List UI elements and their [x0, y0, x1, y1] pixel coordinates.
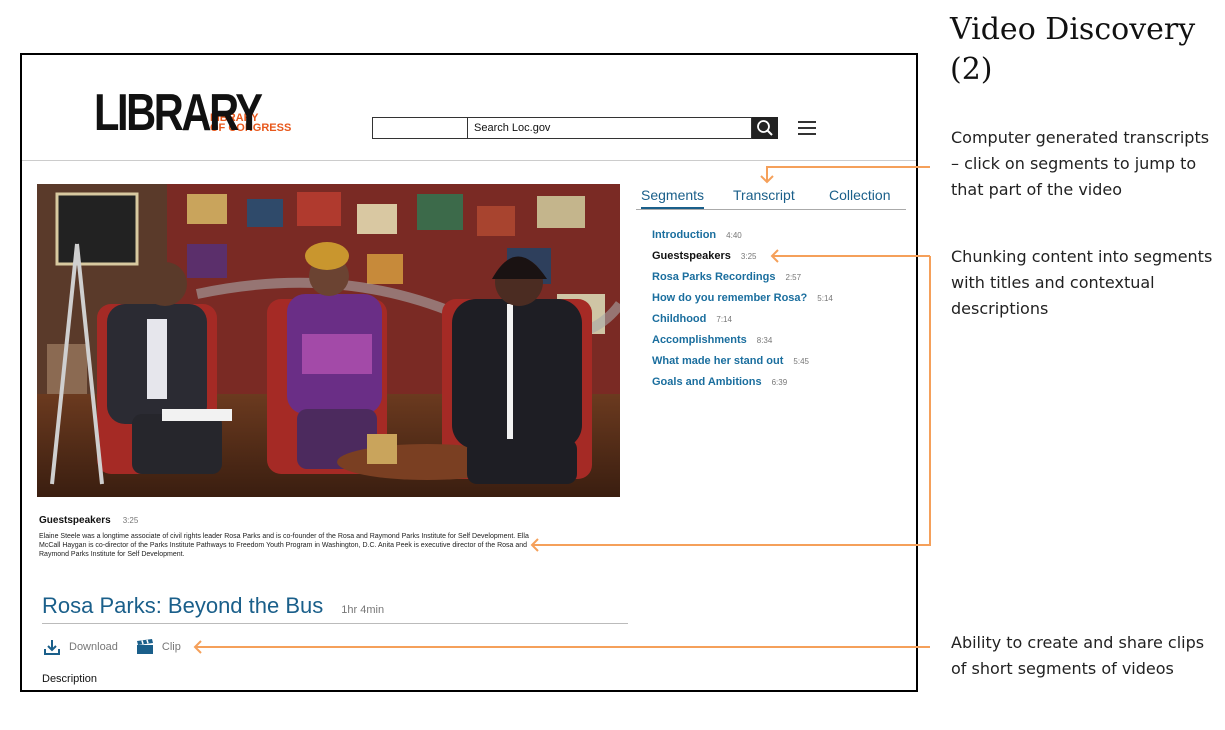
- segment-item[interactable]: Goals and Ambitions 6:39: [652, 376, 833, 397]
- logo-wordmark: LIBRARY: [94, 84, 263, 142]
- webpage-mockup: LIBRARY LIBRARY OF CONGRESS Search Loc.g…: [20, 53, 918, 692]
- tab-transcript[interactable]: Transcript: [733, 187, 795, 203]
- segment-item[interactable]: Guestspeakers 3:25: [652, 250, 833, 271]
- hamburger-menu-icon[interactable]: [798, 121, 816, 135]
- video-frame-image: [37, 184, 620, 497]
- search-input[interactable]: [467, 117, 752, 139]
- video-player[interactable]: [37, 184, 620, 497]
- annotation-segments: Chunking content into segments with titl…: [951, 247, 1213, 318]
- segment-item[interactable]: How do you remember Rosa? 5:14: [652, 292, 833, 313]
- search-scope-select[interactable]: [372, 117, 467, 139]
- search-bar: [372, 117, 778, 139]
- search-button[interactable]: [752, 117, 778, 139]
- slide-title: Video Discovery (2): [950, 12, 1196, 87]
- clip-button[interactable]: Clip: [136, 639, 181, 655]
- annotation-transcripts: Computer generated transcripts – click o…: [951, 128, 1210, 199]
- tab-segments[interactable]: Segments: [641, 187, 705, 209]
- tab-collection[interactable]: Collection: [829, 187, 890, 203]
- segment-item[interactable]: Accomplishments 8:34: [652, 334, 833, 355]
- video-title: Rosa Parks: Beyond the Bus 1hr 4min: [42, 593, 385, 618]
- clapperboard-icon: [136, 639, 153, 654]
- annotation-clips: Ability to create and share clips of sho…: [951, 633, 1205, 678]
- search-icon: [757, 120, 773, 136]
- content-tabs: Segments Transcript Collection: [636, 185, 906, 210]
- description-label: Description: [42, 673, 98, 685]
- segment-item[interactable]: Childhood 7:14: [652, 313, 833, 334]
- header-divider: [22, 160, 916, 161]
- current-segment-heading: Guestspeakers 3:25: [39, 515, 139, 526]
- current-segment-description: Elaine Steele was a longtime associate o…: [39, 533, 529, 558]
- segment-list: Introduction 4:40 Guestspeakers 3:25 Rosa …: [652, 229, 833, 397]
- title-divider: [42, 623, 628, 624]
- download-button[interactable]: Download: [43, 639, 118, 655]
- download-icon: [44, 640, 60, 655]
- library-of-congress-logo[interactable]: LIBRARY LIBRARY OF CONGRESS: [94, 84, 291, 142]
- segment-item[interactable]: Rosa Parks Recordings 2:57: [652, 271, 833, 292]
- segment-item[interactable]: What made her stand out 5:45: [652, 355, 833, 376]
- video-actions: Download Clip: [43, 639, 199, 655]
- segment-item[interactable]: Introduction 4:40: [652, 229, 833, 250]
- video-duration: 1hr 4min: [341, 604, 385, 616]
